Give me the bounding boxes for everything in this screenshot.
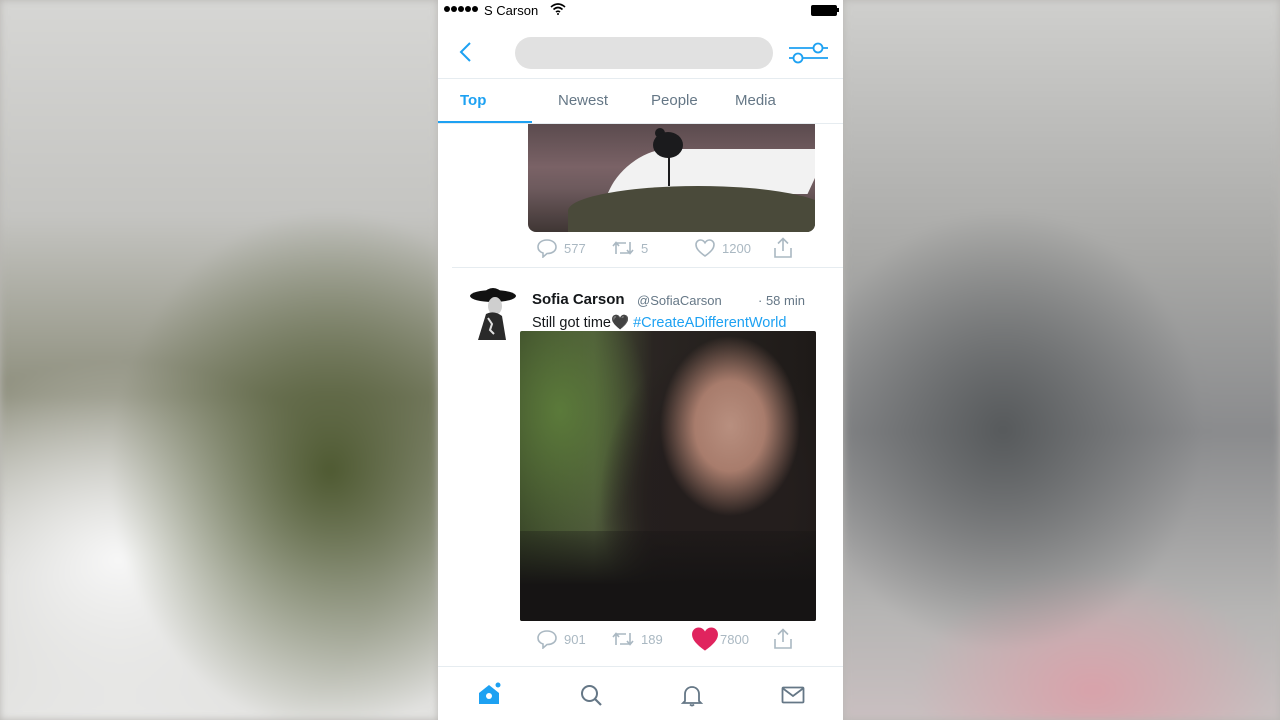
like-count: 1200: [722, 240, 751, 256]
retweet-button[interactable]: 189: [611, 629, 663, 649]
search-tabs: Top Newest People Media: [438, 79, 843, 124]
tweet-timestamp: · 58 min: [758, 293, 805, 308]
tab-top[interactable]: Top: [460, 92, 486, 109]
reply-count: 901: [564, 631, 586, 647]
navigation-bar: [438, 20, 843, 79]
notifications-bell-icon[interactable]: [680, 683, 704, 707]
search-icon[interactable]: [579, 683, 603, 707]
tab-media[interactable]: Media: [735, 92, 776, 109]
tweet-hashtag-link[interactable]: #CreateADifferentWorld: [633, 315, 786, 331]
tweet-feed[interactable]: 577 5 1200 Sofia Carson @SofiaCarson · 5…: [438, 124, 843, 666]
heart-outline-icon: [695, 239, 715, 257]
carrier-name: S Carson: [484, 3, 539, 18]
tweet-text: Still got time🖤 #CreateADifferentWorld: [532, 314, 786, 331]
retweet-icon: [612, 632, 634, 646]
tweet-divider: [452, 267, 843, 268]
share-icon: [774, 628, 792, 649]
tweet-author-handle[interactable]: @SofiaCarson: [637, 293, 722, 308]
battery-icon: [811, 5, 839, 16]
active-tab-indicator: [438, 121, 532, 123]
like-count: 7800: [720, 631, 749, 647]
filter-sliders-icon[interactable]: [788, 42, 828, 64]
reply-icon: [537, 239, 557, 258]
search-input[interactable]: [515, 37, 773, 69]
reply-button[interactable]: 577: [536, 238, 586, 258]
share-icon: [774, 237, 792, 258]
wifi-icon: [550, 3, 566, 15]
reply-count: 577: [564, 240, 586, 256]
tab-newest[interactable]: Newest: [558, 92, 608, 109]
heart-filled-icon: [692, 627, 718, 651]
tweet-photo-swan[interactable]: [528, 124, 815, 232]
share-button[interactable]: [773, 628, 793, 650]
bottom-tab-bar: [438, 666, 843, 720]
share-button[interactable]: [773, 237, 793, 259]
retweet-icon: [612, 241, 634, 255]
like-button-active[interactable]: 7800: [690, 625, 749, 653]
tab-people[interactable]: People: [651, 92, 698, 109]
blurred-backdrop-right: [843, 0, 1280, 720]
retweet-button[interactable]: 5: [611, 238, 648, 258]
status-bar: S Carson: [438, 0, 843, 20]
blurred-backdrop-left: [0, 0, 438, 720]
back-chevron-icon[interactable]: [456, 40, 476, 64]
tweet-photo-portrait[interactable]: [520, 331, 816, 621]
reply-button[interactable]: 901: [536, 629, 586, 649]
avatar[interactable]: [468, 284, 518, 340]
signal-dots-icon: [444, 6, 478, 12]
reply-icon: [537, 630, 557, 649]
retweet-count: 189: [641, 631, 663, 647]
home-icon[interactable]: [477, 682, 501, 706]
like-button[interactable]: 1200: [694, 238, 751, 258]
retweet-count: 5: [641, 240, 649, 256]
messages-envelope-icon[interactable]: [781, 683, 805, 707]
phone-screen: S Carson Top Newest People Media 577 5 1…: [438, 0, 843, 720]
tweet-body: Still got time🖤: [532, 315, 630, 331]
tweet-author-name[interactable]: Sofia Carson: [532, 291, 625, 308]
